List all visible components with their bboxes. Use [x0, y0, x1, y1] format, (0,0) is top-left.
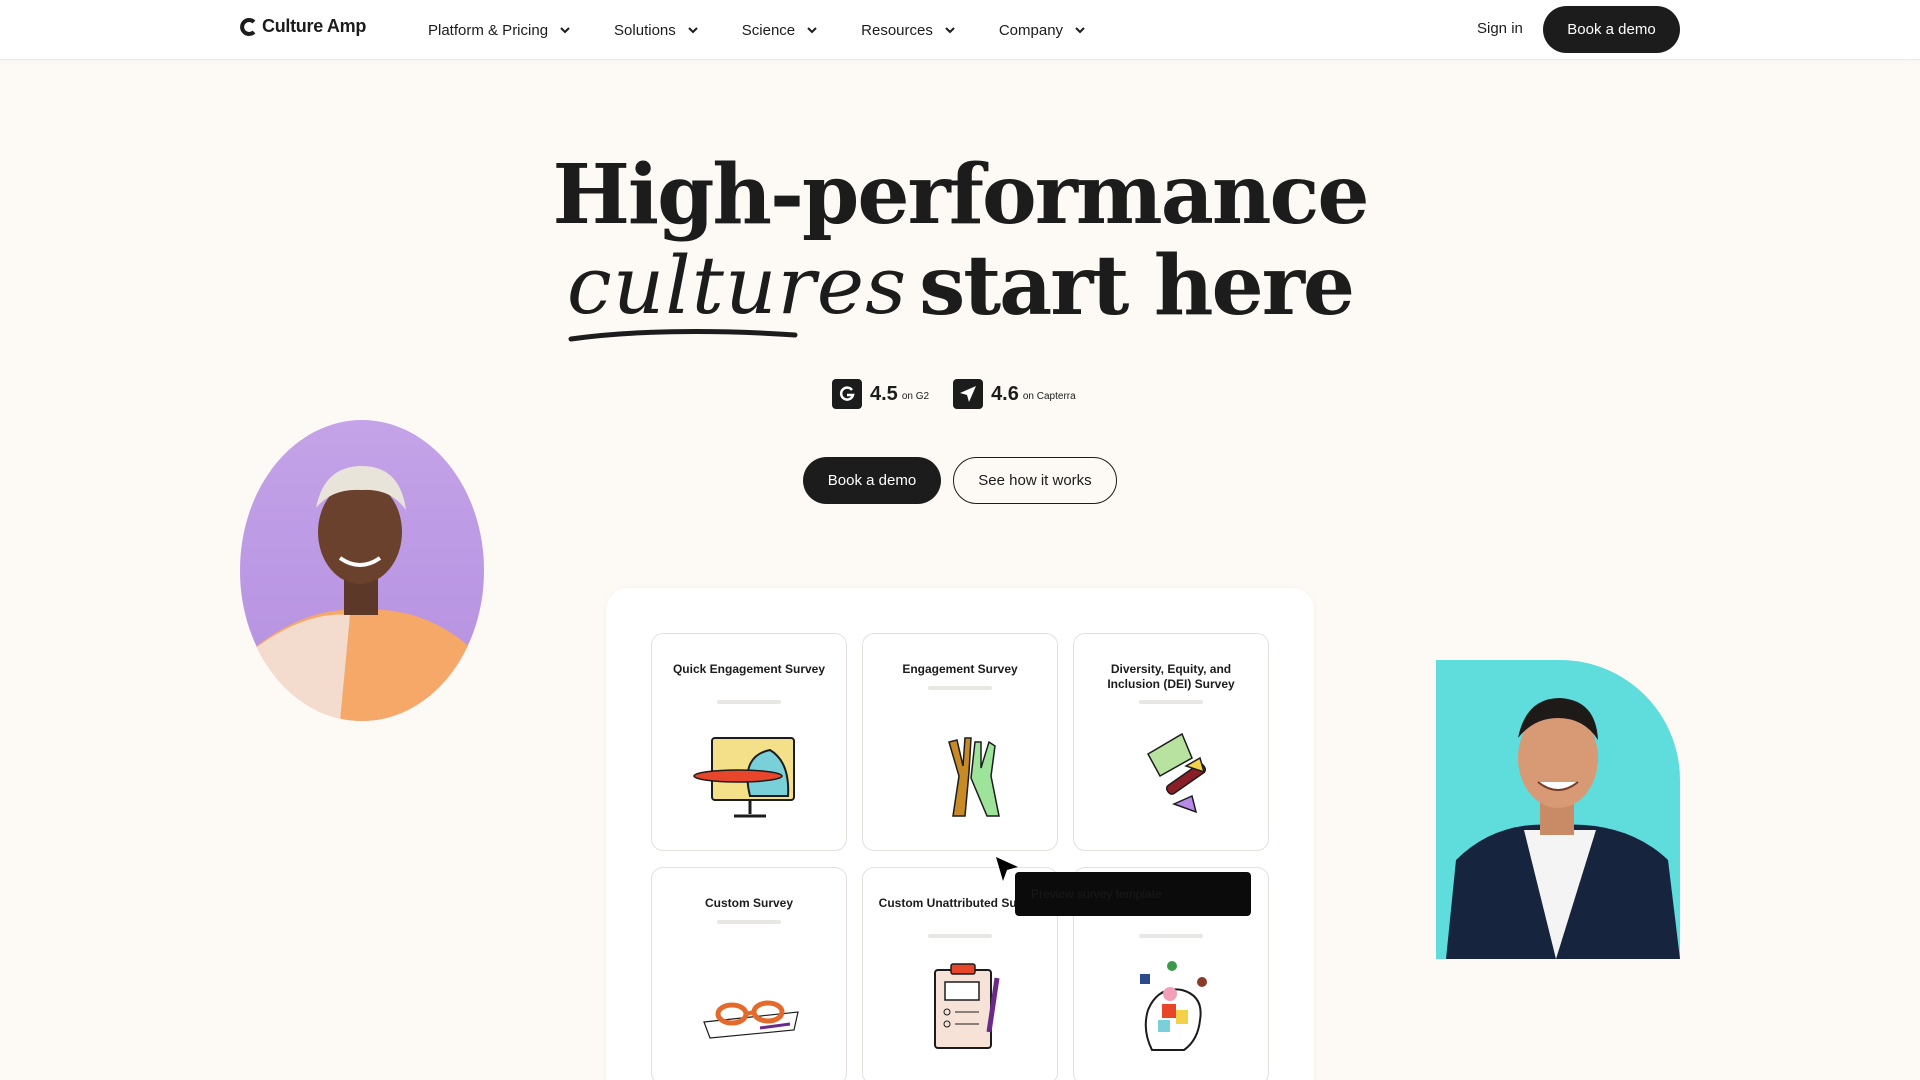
rating-capterra[interactable]: 4.6 on Capterra — [953, 379, 1076, 409]
survey-card-title: Diversity, Equity, and Inclusion (DEI) S… — [1107, 662, 1235, 691]
sign-in-link[interactable]: Sign in — [1477, 20, 1523, 37]
menu-label: Solutions — [614, 21, 676, 39]
rating-source: on Capterra — [1022, 390, 1076, 402]
survey-card-quick-engagement[interactable]: Quick Engagement Survey — [651, 633, 847, 851]
head-ideas-icon — [1140, 961, 1207, 1051]
nav-book-demo-button[interactable]: Book a demo — [1543, 6, 1680, 53]
survey-card-title: Engagement Survey — [902, 662, 1018, 676]
survey-card-engagement[interactable]: Engagement Survey — [862, 633, 1058, 851]
culture-amp-logo-icon — [240, 17, 256, 36]
hands-flag-icon — [1146, 732, 1207, 814]
survey-card-bar — [717, 920, 781, 924]
portrait-man-illustration — [1446, 698, 1680, 959]
menu-platform-pricing[interactable]: Platform & Pricing — [428, 22, 572, 39]
headline-line1: High-performance — [552, 147, 1369, 243]
menu-company[interactable]: Company — [999, 22, 1087, 39]
survey-card-bar — [1139, 934, 1203, 938]
survey-card-bar — [1139, 700, 1203, 704]
logo[interactable]: Culture Amp — [240, 16, 366, 37]
survey-card-title: Quick Engagement Survey — [672, 662, 826, 676]
survey-card-bar — [717, 700, 781, 704]
portrait-woman-illustration — [240, 466, 484, 721]
capterra-icon — [953, 379, 984, 409]
brush-underline-icon — [568, 329, 798, 342]
survey-card-bar — [928, 686, 992, 690]
g2-icon — [832, 379, 862, 409]
menu-science[interactable]: Science — [742, 22, 819, 39]
menu-label: Platform & Pricing — [428, 21, 549, 39]
tooltip-text: Preview survey template — [1031, 887, 1162, 901]
headline-script-word: cultures — [566, 239, 908, 342]
clipboard-icon — [934, 963, 1000, 1049]
rating-g2[interactable]: 4.5 on G2 — [832, 379, 929, 409]
chevron-down-icon — [1075, 27, 1085, 34]
portrait-man — [1436, 660, 1680, 959]
portrait-woman — [240, 420, 484, 721]
chevron-down-icon — [807, 27, 817, 34]
menu-label: Resources — [861, 21, 933, 39]
book-demo-button[interactable]: Book a demo — [803, 457, 941, 504]
glasses-icon — [703, 1000, 799, 1039]
menu-solutions[interactable]: Solutions — [614, 22, 700, 39]
script-word-text: cultures — [566, 239, 908, 332]
top-nav: Culture Amp Platform & Pricing Solutions… — [0, 0, 1920, 60]
headline-line2: cultures start here — [566, 238, 1355, 342]
menu-label: Science — [741, 21, 796, 39]
rating-score: 4.6 — [991, 382, 1019, 405]
main-menu: Platform & Pricing Solutions Science Res… — [428, 0, 1129, 60]
rating-score: 4.5 — [870, 382, 898, 405]
tooltip: Preview survey template — [1015, 872, 1251, 916]
rating-source: on G2 — [901, 390, 930, 402]
logo-text: Culture Amp — [262, 16, 367, 36]
survey-template-panel: Quick Engagement Survey Engagement Surve… — [606, 588, 1314, 1080]
chevron-down-icon — [560, 27, 570, 34]
menu-resources[interactable]: Resources — [861, 22, 957, 39]
survey-card-custom[interactable]: Custom Survey — [651, 867, 847, 1080]
chevron-down-icon — [945, 27, 955, 34]
survey-card-bar — [928, 934, 992, 938]
ratings-row: 4.5 on G2 4.6 on Capterra — [832, 379, 1076, 409]
see-how-it-works-button[interactable]: See how it works — [953, 457, 1117, 504]
hero-headline: High-performance cultures start here — [0, 147, 1920, 342]
headline-line2-rest: start here — [919, 238, 1355, 334]
high-five-icon — [948, 737, 1000, 817]
survey-card-title: Custom Survey — [704, 896, 794, 910]
chevron-down-icon — [688, 27, 698, 34]
menu-label: Company — [998, 21, 1064, 39]
surfer-monitor-icon — [693, 737, 795, 818]
survey-card-dei[interactable]: Diversity, Equity, and Inclusion (DEI) S… — [1073, 633, 1269, 851]
